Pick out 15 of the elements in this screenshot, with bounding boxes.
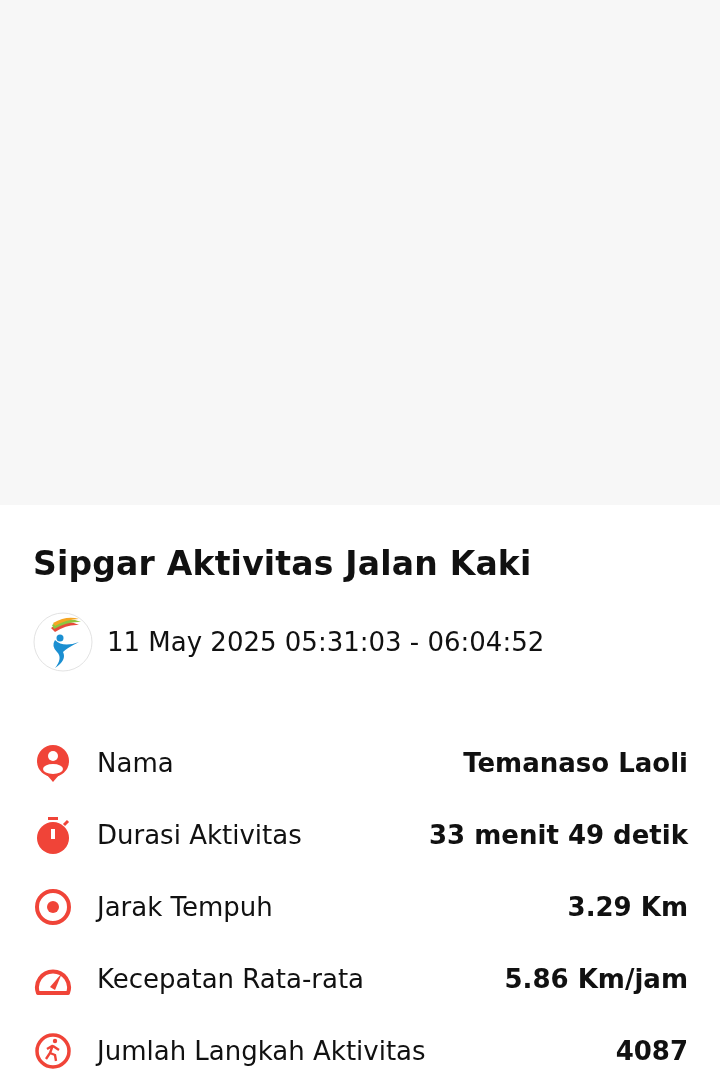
stat-label: Jarak Tempuh: [97, 892, 274, 922]
activity-title: Sipgar Aktivitas Jalan Kaki: [33, 543, 533, 585]
stat-label: Jumlah Langkah Aktivitas: [97, 1036, 427, 1066]
stat-value: Temanaso Laoli: [463, 748, 688, 778]
stat-label: Kecepatan Rata-rata: [97, 964, 366, 994]
stat-value: 5.86 Km/jam: [504, 964, 688, 994]
target-icon: [33, 887, 73, 927]
stat-value: 3.29 Km: [567, 892, 688, 922]
activity-time-range: 11 May 2025 05:31:03 - 06:04:52: [107, 627, 545, 657]
stat-value: 33 menit 49 detik: [429, 820, 688, 850]
app-logo-icon: [33, 612, 93, 672]
walking-person-icon: [33, 1031, 73, 1071]
stat-value: 4087: [615, 1036, 688, 1066]
stat-label: Nama: [97, 748, 175, 778]
stat-label: Durasi Aktivitas: [97, 820, 303, 850]
